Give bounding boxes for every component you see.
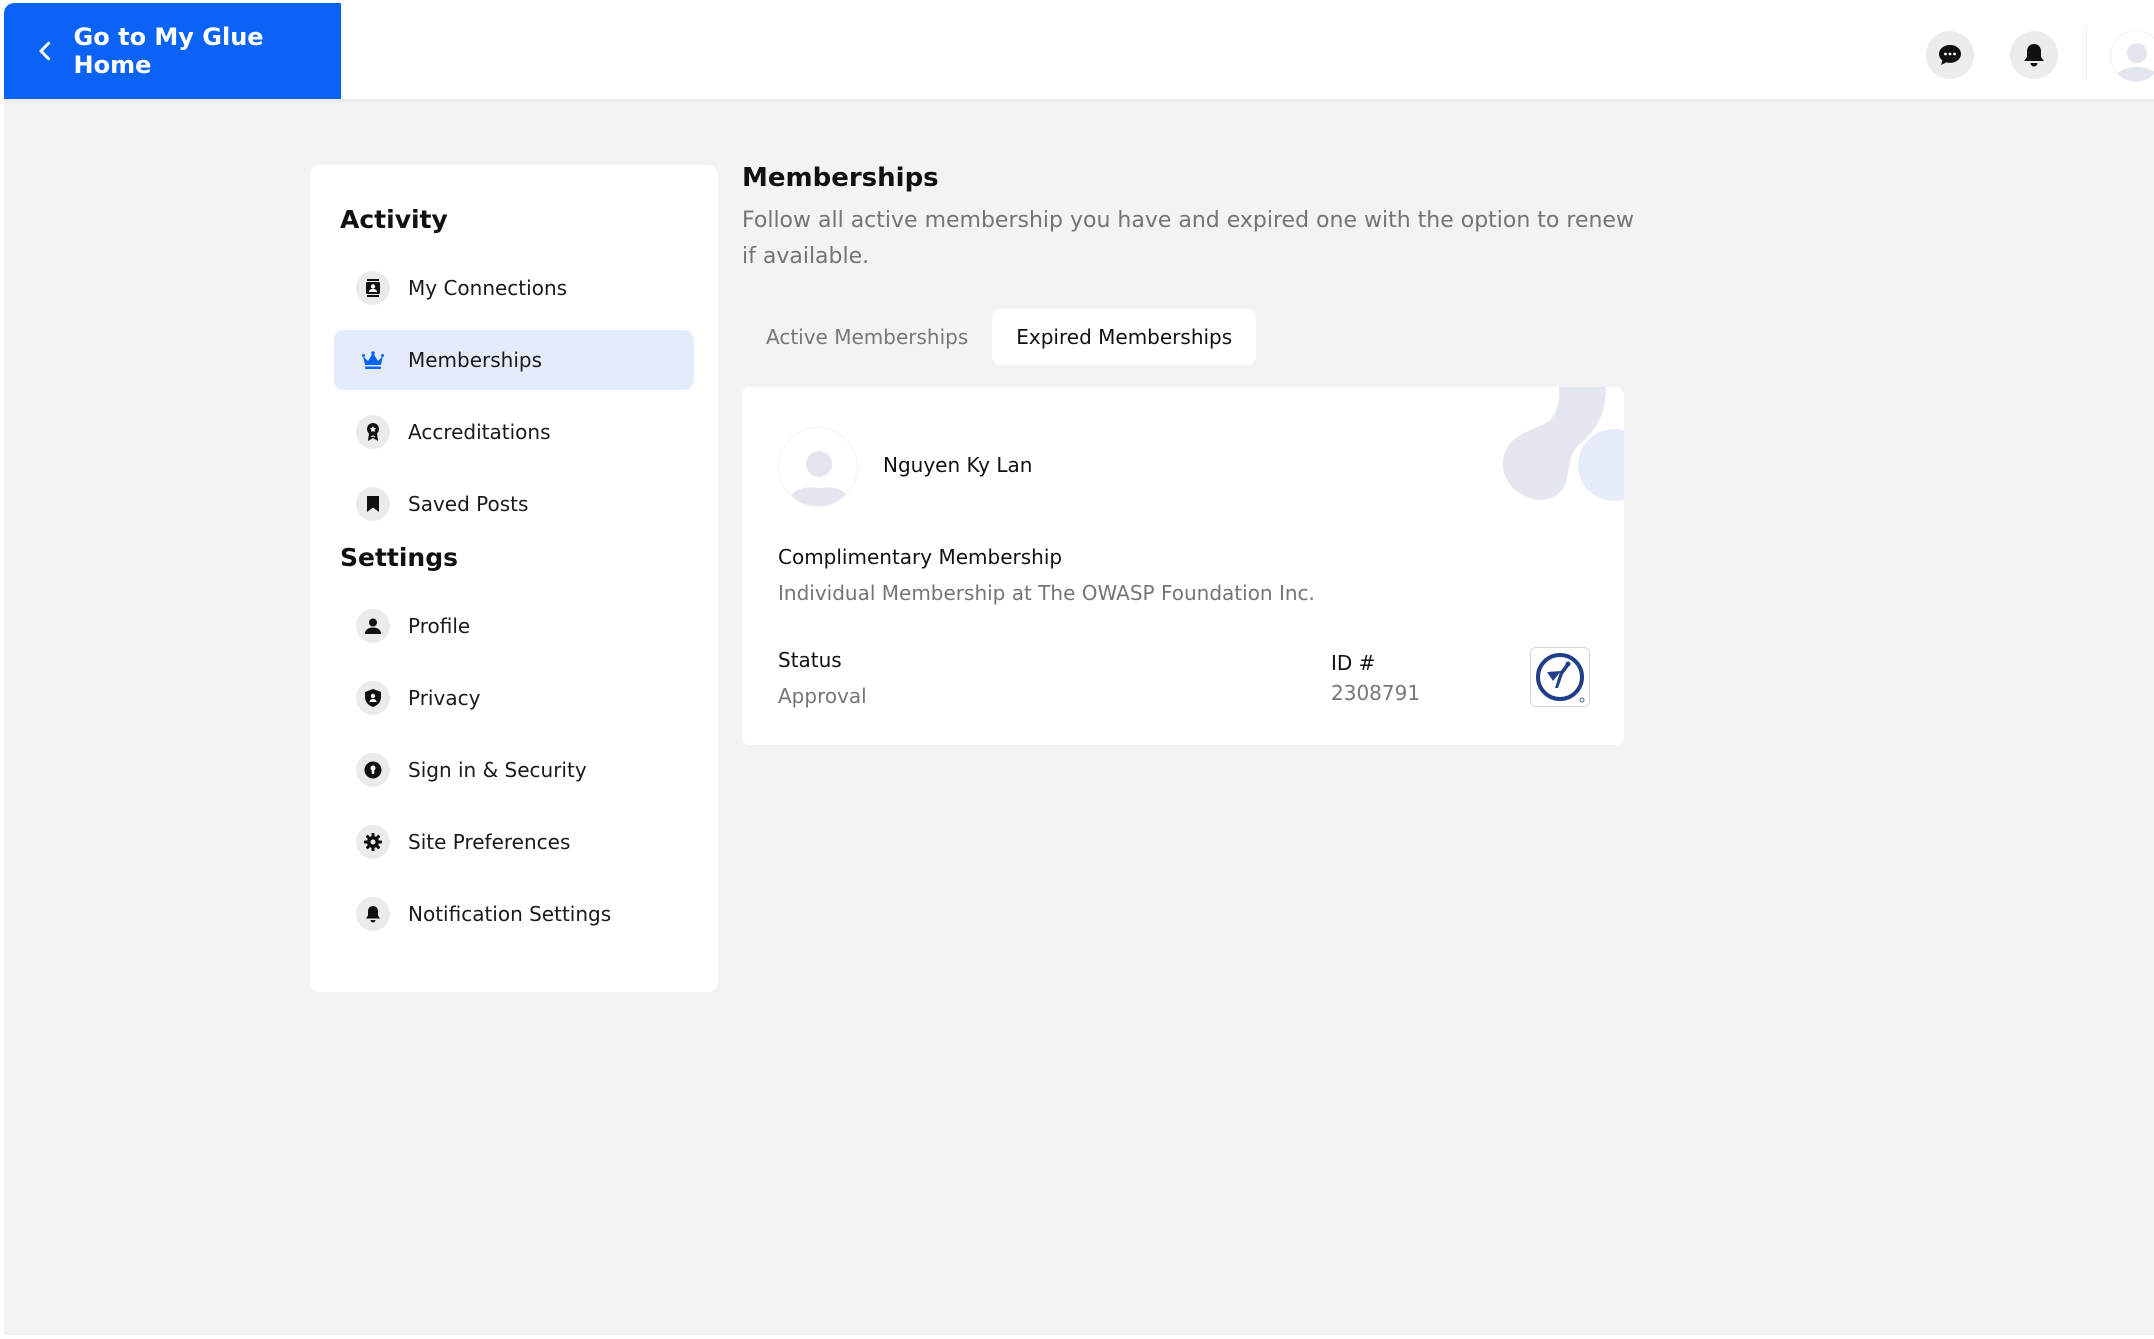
person-icon xyxy=(356,609,390,643)
sidebar-item-saved-posts[interactable]: Saved Posts xyxy=(334,474,694,534)
sidebar-item-label: Profile xyxy=(408,614,471,638)
sidebar-item-label: Privacy xyxy=(408,686,481,710)
app-frame: Go to My Glue Home Activity My Connectio… xyxy=(4,3,2154,1335)
member-name: Nguyen Ky Lan xyxy=(883,453,1033,477)
sidebar-item-notification-settings[interactable]: Notification Settings xyxy=(334,884,694,944)
owasp-logo xyxy=(1530,647,1590,707)
sidebar-item-label: Site Preferences xyxy=(408,830,571,854)
decorative-blob xyxy=(1502,387,1624,501)
membership-card[interactable]: Nguyen Ky Lan Complimentary Membership I… xyxy=(742,387,1624,745)
sidebar-item-memberships[interactable]: Memberships xyxy=(334,330,694,390)
settings-sidebar: Activity My Connections Memberships Accr… xyxy=(310,165,718,992)
member-avatar xyxy=(778,427,858,507)
award-icon xyxy=(356,415,390,449)
bell-icon xyxy=(2024,44,2044,67)
crown-icon xyxy=(356,343,390,377)
page-title: Memberships xyxy=(742,163,939,193)
go-home-button[interactable]: Go to My Glue Home xyxy=(4,3,341,99)
sidebar-item-accreditations[interactable]: Accreditations xyxy=(334,402,694,462)
membership-tabs: Active Memberships Expired Memberships xyxy=(742,309,1257,365)
contacts-icon xyxy=(356,271,390,305)
lock-icon xyxy=(356,753,390,787)
sidebar-item-label: My Connections xyxy=(408,276,568,300)
header-divider xyxy=(2086,27,2087,79)
tab-active-memberships[interactable]: Active Memberships xyxy=(742,309,992,365)
owasp-wasp-icon xyxy=(1536,653,1585,703)
sidebar-item-site-preferences[interactable]: Site Preferences xyxy=(334,812,694,872)
user-avatar-icon xyxy=(2115,43,2154,81)
bookmark-icon xyxy=(356,487,390,521)
sidebar-item-sign-in-security[interactable]: Sign in & Security xyxy=(334,740,694,800)
sidebar-item-label: Saved Posts xyxy=(408,492,529,516)
chat-icon xyxy=(1939,45,1961,65)
page-description: Follow all active membership you have an… xyxy=(742,208,1634,269)
id-value: 2308791 xyxy=(1331,681,1421,705)
sidebar-item-label: Notification Settings xyxy=(408,902,612,926)
status-value: Approval xyxy=(778,684,867,708)
notifications-button[interactable] xyxy=(2010,31,2058,79)
user-avatar[interactable] xyxy=(2110,30,2154,82)
sidebar-item-profile[interactable]: Profile xyxy=(334,596,694,656)
sidebar-heading-settings: Settings xyxy=(340,543,459,572)
sidebar-heading-activity: Activity xyxy=(340,205,448,234)
sidebar-item-privacy[interactable]: Privacy xyxy=(334,668,694,728)
sidebar-item-label: Sign in & Security xyxy=(408,758,587,782)
sidebar-item-label: Accreditations xyxy=(408,420,551,444)
bell-icon xyxy=(356,897,390,931)
shield-icon xyxy=(356,681,390,715)
go-home-label: Go to My Glue Home xyxy=(73,23,264,79)
tab-expired-memberships[interactable]: Expired Memberships xyxy=(992,309,1257,365)
membership-organization: Individual Membership at The OWASP Found… xyxy=(778,581,1315,605)
status-label: Status xyxy=(778,648,842,672)
membership-plan-name: Complimentary Membership xyxy=(778,545,1063,569)
gear-icon xyxy=(356,825,390,859)
chevron-left-icon xyxy=(39,41,51,61)
sidebar-item-my-connections[interactable]: My Connections xyxy=(334,258,694,318)
messages-button[interactable] xyxy=(1926,31,1974,79)
sidebar-item-label: Memberships xyxy=(408,348,543,372)
top-bar: Go to My Glue Home xyxy=(4,3,2154,99)
id-label: ID # xyxy=(1331,651,1376,675)
